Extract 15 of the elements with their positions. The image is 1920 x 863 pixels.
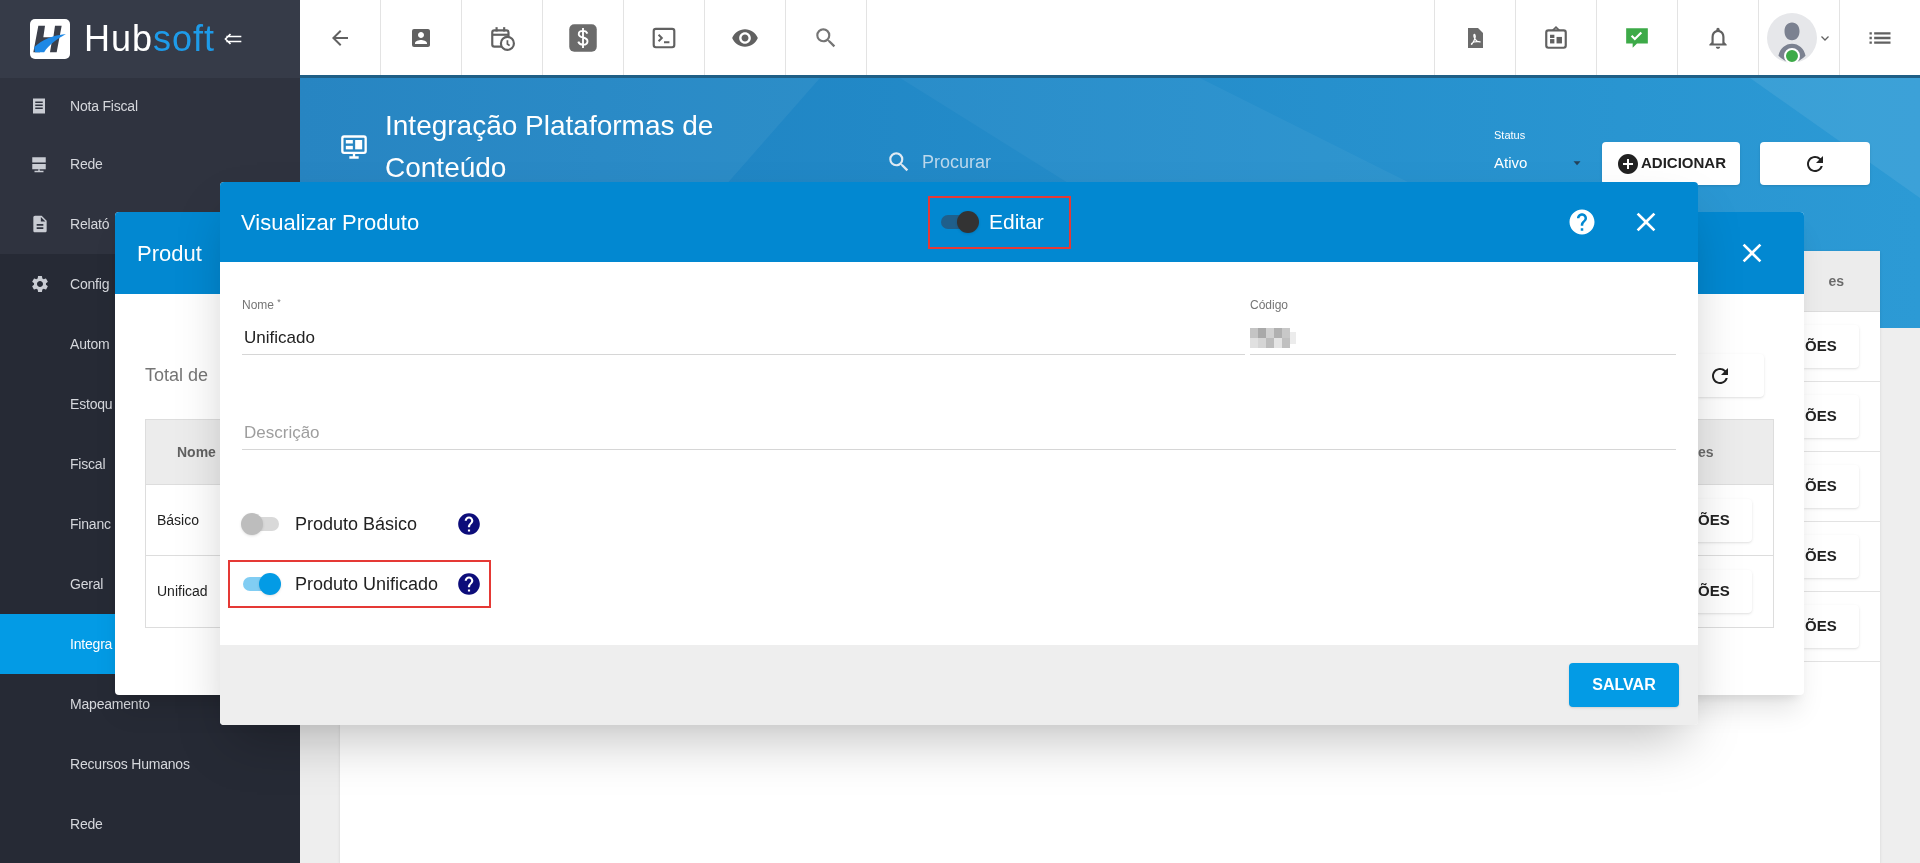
table-cell-text: Básico [157, 510, 200, 530]
column-header: Nome [177, 442, 216, 462]
column-header: es [1828, 271, 1844, 291]
switch-label: Produto Básico [295, 512, 419, 536]
field-label: Código [1250, 298, 1290, 312]
table-cell-text: Unificad [157, 582, 208, 601]
toggle-label: Editar [989, 209, 1044, 236]
column-header: es [1698, 442, 1714, 462]
switch-label: Produto Unificado [295, 572, 440, 596]
total-label: Total de [145, 364, 209, 387]
dialog-title: Visualizar Produto [241, 208, 421, 237]
page-title: Integração Plataformas de Conteúdo [385, 109, 715, 185]
logo-text: Hubsoft [84, 21, 216, 57]
dialog-title: Produt [136, 239, 202, 268]
field-label: Nome $^{*}$ [242, 298, 282, 312]
